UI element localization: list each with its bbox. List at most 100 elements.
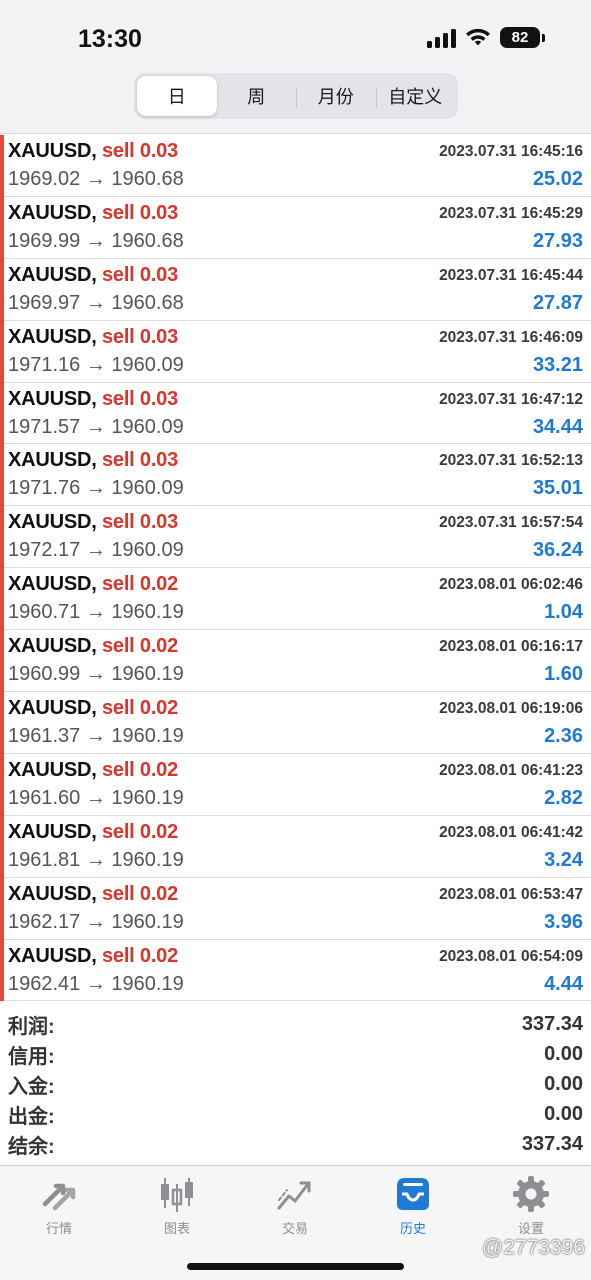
trade-prices: 1962.17 → 1960.19	[8, 910, 184, 933]
summary-label: 结余:	[8, 1136, 55, 1159]
trade-history-list: XAUUSD, sell 0.03 2023.07.31 16:45:16 1969…	[0, 135, 591, 1002]
history-inbox-icon	[397, 1178, 429, 1210]
tab-label: 交易	[281, 1221, 308, 1236]
trade-prices: 1960.99 → 1960.19	[8, 663, 184, 686]
trade-title: XAUUSD, sell 0.02	[8, 883, 178, 906]
trade-prices: 1969.02 → 1960.68	[8, 168, 184, 190]
home-indicator[interactable]	[187, 1263, 404, 1270]
trade-row[interactable]: XAUUSD, sell 0.02 2023.08.01 06:41:42 1961…	[0, 815, 591, 878]
tab-trade[interactable]: 交易	[236, 1174, 354, 1237]
segment-day[interactable]: 日	[137, 76, 217, 116]
tab-settings[interactable]: 设置	[472, 1174, 590, 1237]
summary-profit: 利润: 337.34	[0, 1009, 591, 1039]
trade-row[interactable]: XAUUSD, sell 0.03 2023.07.31 16:45:29 1969…	[0, 196, 591, 259]
tab-quotes[interactable]: 行情	[0, 1174, 118, 1237]
battery-level: 82	[500, 27, 540, 48]
trade-datetime: 2023.08.01 06:02:46	[439, 576, 583, 594]
trade-datetime: 2023.07.31 16:47:12	[439, 390, 583, 408]
trade-datetime: 2023.07.31 16:46:09	[439, 328, 583, 346]
trade-side-volume: sell 0.02	[101, 820, 179, 843]
tab-label: 图表	[163, 1221, 190, 1236]
trade-row[interactable]: XAUUSD, sell 0.02 2023.08.01 06:41:23 1961…	[0, 753, 591, 816]
trade-datetime: 2023.07.31 16:45:44	[439, 266, 583, 284]
trade-profit: 1.04	[544, 601, 583, 624]
trade-symbol: XAUUSD,	[8, 201, 97, 224]
trade-datetime: 2023.08.01 06:54:09	[439, 947, 583, 965]
status-icons: 82	[427, 27, 545, 48]
summary-withdrawal: 出金: 0.00	[0, 1100, 591, 1130]
trade-profit: 4.44	[544, 972, 583, 995]
trade-title: XAUUSD, sell 0.02	[8, 759, 178, 782]
trade-row[interactable]: XAUUSD, sell 0.03 2023.07.31 16:52:13 1971…	[0, 444, 591, 507]
tab-chart[interactable]: 图表	[118, 1174, 236, 1237]
trade-profit: 25.02	[532, 168, 583, 190]
trade-symbol: XAUUSD,	[8, 263, 97, 286]
trade-row[interactable]: XAUUSD, sell 0.02 2023.08.01 06:16:17 1960…	[0, 630, 591, 693]
summary-label: 利润:	[8, 1015, 55, 1038]
status-time: 13:30	[78, 25, 142, 53]
summary-value: 0.00	[544, 1103, 583, 1126]
trade-side-volume: sell 0.03	[101, 201, 179, 224]
trade-title: XAUUSD, sell 0.02	[8, 945, 178, 968]
cellular-signal-icon	[427, 28, 456, 48]
trade-title: XAUUSD, sell 0.02	[8, 573, 178, 596]
trade-profit: 36.24	[532, 539, 583, 562]
trade-row[interactable]: XAUUSD, sell 0.02 2023.08.01 06:02:46 1960…	[0, 568, 591, 631]
segment-custom[interactable]: 自定义	[375, 76, 456, 116]
trade-title: XAUUSD, sell 0.03	[8, 202, 178, 225]
trade-side-volume: sell 0.02	[101, 635, 179, 658]
trade-title: XAUUSD, sell 0.03	[8, 264, 178, 287]
trade-prices: 1960.71 → 1960.19	[8, 601, 184, 624]
gear-icon	[513, 1176, 549, 1212]
trade-side-volume: sell 0.03	[101, 511, 179, 534]
trade-symbol: XAUUSD,	[8, 140, 97, 162]
trade-title: XAUUSD, sell 0.03	[8, 388, 178, 411]
trade-prices: 1961.81 → 1960.19	[8, 848, 184, 871]
segment-month[interactable]: 月份	[296, 76, 376, 116]
trade-side-volume: sell 0.03	[101, 387, 179, 410]
trade-trend-icon	[277, 1181, 311, 1210]
tab-label: 历史	[399, 1221, 426, 1236]
wifi-icon	[466, 28, 490, 45]
summary-deposit: 入金: 0.00	[0, 1069, 591, 1099]
trade-row[interactable]: XAUUSD, sell 0.03 2023.07.31 16:47:12 1971…	[0, 382, 591, 445]
trade-prices: 1971.16 → 1960.09	[8, 353, 184, 376]
trade-row[interactable]: XAUUSD, sell 0.03 2023.07.31 16:45:16 1969…	[0, 135, 591, 197]
summary-value: 0.00	[544, 1072, 583, 1095]
trade-title: XAUUSD, sell 0.02	[8, 697, 178, 720]
trade-side-volume: sell 0.03	[101, 325, 179, 348]
trade-row[interactable]: XAUUSD, sell 0.03 2023.07.31 16:46:09 1971…	[0, 320, 591, 383]
header: 13:30 82 日 周 月份 自定义	[0, 0, 591, 134]
quotes-arrows-icon	[42, 1183, 76, 1211]
segment-week[interactable]: 周	[217, 76, 297, 116]
trade-prices: 1969.99 → 1960.68	[8, 229, 184, 252]
trade-profit: 27.87	[532, 291, 583, 314]
trade-profit: 35.01	[532, 477, 583, 500]
trade-prices: 1972.17 → 1960.09	[8, 539, 184, 562]
trade-title: XAUUSD, sell 0.03	[8, 326, 178, 349]
trade-row[interactable]: XAUUSD, sell 0.02 2023.08.01 06:19:06 1961…	[0, 692, 591, 754]
tab-history[interactable]: 历史	[354, 1174, 472, 1237]
trade-row[interactable]: XAUUSD, sell 0.03 2023.07.31 16:45:44 1969…	[0, 258, 591, 321]
tab-label: 行情	[45, 1221, 72, 1236]
trade-profit: 27.93	[532, 229, 583, 252]
trade-side-volume: sell 0.02	[101, 573, 179, 596]
trade-symbol: XAUUSD,	[8, 387, 97, 410]
trade-symbol: XAUUSD,	[8, 573, 97, 596]
trade-side-volume: sell 0.02	[101, 882, 179, 905]
trade-profit: 33.21	[532, 353, 583, 376]
trade-symbol: XAUUSD,	[8, 449, 97, 472]
trade-row[interactable]: XAUUSD, sell 0.02 2023.08.01 06:53:47 1962…	[0, 877, 591, 940]
trade-row[interactable]: XAUUSD, sell 0.02 2023.08.01 06:54:09 1962…	[0, 939, 591, 1002]
trade-datetime: 2023.08.01 06:16:17	[439, 638, 583, 656]
trade-side-volume: sell 0.02	[101, 697, 179, 720]
trade-row[interactable]: XAUUSD, sell 0.03 2023.07.31 16:57:54 1972…	[0, 506, 591, 569]
trade-profit: 3.96	[544, 910, 583, 933]
trade-datetime: 2023.07.31 16:52:13	[439, 452, 583, 470]
trade-symbol: XAUUSD,	[8, 758, 97, 781]
trade-side-volume: sell 0.03	[101, 263, 179, 286]
summary-label: 出金:	[8, 1106, 55, 1129]
watermark: @2773396	[481, 1236, 585, 1259]
summary-value: 0.00	[544, 1042, 583, 1065]
battery-icon: 82	[500, 27, 545, 48]
